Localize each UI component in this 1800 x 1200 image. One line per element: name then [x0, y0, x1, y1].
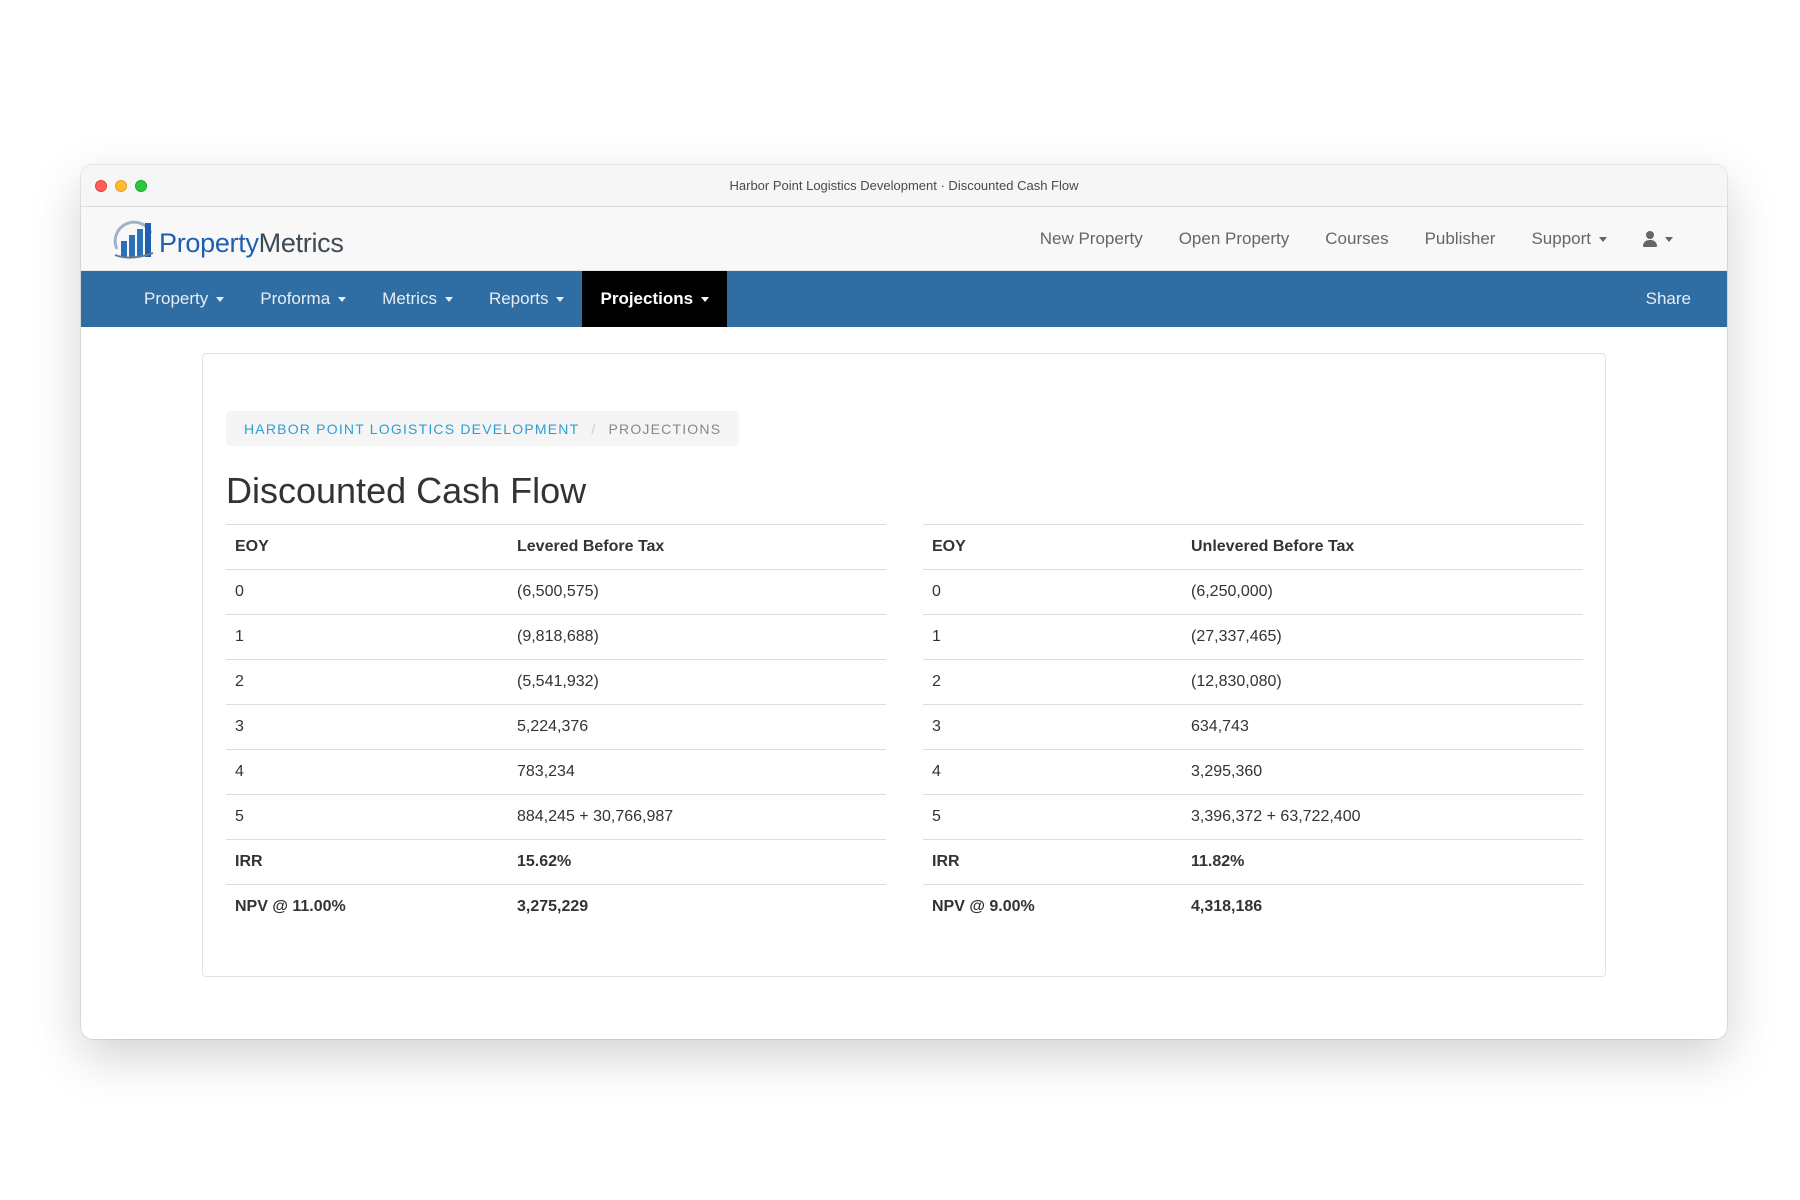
eoy-cell: 2	[923, 659, 1182, 705]
content-panel: Harbor Point Logistics Development / Pro…	[202, 353, 1606, 977]
eoy-cell: 0	[226, 569, 508, 615]
table-row: 1 (27,337,465)	[923, 614, 1583, 660]
caret-down-icon	[701, 296, 710, 302]
nav-proforma-label: Proforma	[260, 289, 331, 308]
npv-label: NPV @ 9.00%	[923, 884, 1182, 930]
eoy-cell: 0	[923, 569, 1182, 615]
cash-flow-cell: 884,245 + 30,766,987	[508, 794, 886, 840]
irr-label: IRR	[226, 839, 508, 885]
eoy-cell: 2	[226, 659, 508, 705]
eoy-cell: 1	[226, 614, 508, 660]
eoy-cell: 4	[226, 749, 508, 795]
irr-label: IRR	[923, 839, 1182, 885]
cash-flow-cell: (6,500,575)	[508, 569, 886, 615]
cash-flow-cell: 783,234	[508, 749, 886, 795]
support-label: Support	[1531, 229, 1591, 248]
levered-before-tax-header: Levered Before Tax	[508, 524, 886, 570]
logo-chart-icon	[113, 220, 154, 259]
nav-reports-label: Reports	[488, 289, 549, 308]
caret-down-icon	[338, 296, 347, 302]
irr-row: IRR 15.62%	[226, 839, 886, 885]
levered-cash-flow-table: EOY Levered Before Tax 0 (6,500,575) 1 (9,…	[226, 524, 886, 930]
npv-value: 3,275,229	[508, 884, 886, 930]
logo-text: PropertyMetrics	[159, 228, 344, 259]
table-row: 0 (6,250,000)	[923, 569, 1583, 615]
eoy-header: EOY	[923, 524, 1182, 570]
logo[interactable]: PropertyMetrics	[111, 215, 344, 261]
table-row: 2 (12,830,080)	[923, 659, 1583, 705]
user-menu-dropdown[interactable]	[1625, 231, 1691, 247]
table-row: 4 783,234	[226, 749, 886, 795]
title-bar: Harbor Point Logistics Development · Dis…	[81, 165, 1727, 207]
nav-metrics-dropdown[interactable]: Metrics	[364, 271, 471, 327]
cash-flow-cell: (12,830,080)	[1182, 659, 1583, 705]
breadcrumb-current: Projections	[608, 420, 722, 437]
eoy-cell: 1	[923, 614, 1182, 660]
nav-property-label: Property	[144, 289, 209, 308]
table-row: 2 (5,541,932)	[226, 659, 886, 705]
top-nav-links: New Property Open Property Courses Publi…	[1022, 207, 1691, 271]
main-navbar: Property Proforma Metrics Reports Projec…	[81, 271, 1727, 327]
nav-property-dropdown[interactable]: Property	[126, 271, 242, 327]
table-row: 5 3,396,372 + 63,722,400	[923, 794, 1583, 840]
window-title: Harbor Point Logistics Development · Dis…	[729, 178, 1079, 193]
top-navbar: PropertyMetrics New Property Open Proper…	[81, 207, 1727, 271]
npv-row: NPV @ 9.00% 4,318,186	[923, 884, 1583, 930]
eoy-cell: 4	[923, 749, 1182, 795]
unlevered-cash-flow-table: EOY Unlevered Before Tax 0 (6,250,000) 1(…	[923, 524, 1583, 930]
table-row: 4 3,295,360	[923, 749, 1583, 795]
support-dropdown[interactable]: Support	[1513, 229, 1625, 249]
user-icon	[1643, 231, 1657, 247]
nav-reports-dropdown[interactable]: Reports	[471, 271, 583, 327]
new-property-link[interactable]: New Property	[1022, 229, 1161, 249]
eoy-cell: 3	[923, 704, 1182, 750]
cash-flow-cell: (9,818,688)	[508, 614, 886, 660]
breadcrumb-property-link[interactable]: Harbor Point Logistics Development	[244, 421, 579, 437]
caret-down-icon	[556, 296, 565, 302]
table-row: 3 5,224,376	[226, 704, 886, 750]
page-title: Discounted Cash Flow	[226, 470, 587, 511]
nav-projections-label: Projections	[600, 289, 694, 308]
share-link[interactable]: Share	[1646, 271, 1691, 327]
table-header-row: EOY Levered Before Tax	[226, 524, 886, 570]
eoy-cell: 5	[226, 794, 508, 840]
table-row: 3 634,743	[923, 704, 1583, 750]
caret-down-icon	[1665, 236, 1673, 242]
table-header-row: EOY Unlevered Before Tax	[923, 524, 1583, 570]
nav-projections-dropdown[interactable]: Projections	[582, 271, 728, 327]
table-row: 0 (6,500,575)	[226, 569, 886, 615]
cash-flow-cell: 5,224,376	[508, 704, 886, 750]
irr-row: IRR 11.82%	[923, 839, 1583, 885]
breadcrumb: Harbor Point Logistics Development / Pro…	[226, 411, 740, 446]
cash-flow-cell: 634,743	[1182, 704, 1583, 750]
breadcrumb-separator: /	[591, 420, 597, 437]
browser-window: Harbor Point Logistics Development · Dis…	[81, 165, 1727, 1039]
eoy-cell: 3	[226, 704, 508, 750]
irr-value: 11.82%	[1182, 839, 1583, 885]
nav-metrics-label: Metrics	[382, 289, 437, 308]
open-property-link[interactable]: Open Property	[1161, 229, 1308, 249]
cash-flow-cell: (27,337,465)	[1182, 614, 1583, 660]
npv-label: NPV @ 11.00%	[226, 884, 508, 930]
cash-flow-cell: (5,541,932)	[508, 659, 886, 705]
cash-flow-cell: (6,250,000)	[1182, 569, 1583, 615]
logo-text-metrics: Metrics	[258, 228, 344, 258]
nav-proforma-dropdown[interactable]: Proforma	[242, 271, 364, 327]
courses-link[interactable]: Courses	[1307, 229, 1406, 249]
caret-down-icon	[1599, 236, 1607, 242]
eoy-cell: 5	[923, 794, 1182, 840]
caret-down-icon	[216, 296, 225, 302]
logo-text-property: Property	[159, 228, 259, 258]
caret-down-icon	[444, 296, 453, 302]
table-row: 1 (9,818,688)	[226, 614, 886, 660]
irr-value: 15.62%	[508, 839, 886, 885]
eoy-header: EOY	[226, 524, 508, 570]
npv-value: 4,318,186	[1182, 884, 1583, 930]
npv-row: NPV @ 11.00% 3,275,229	[226, 884, 886, 930]
publisher-link[interactable]: Publisher	[1407, 229, 1514, 249]
table-row: 5 884,245 + 30,766,987	[226, 794, 886, 840]
unlevered-before-tax-header: Unlevered Before Tax	[1182, 524, 1583, 570]
cash-flow-cell: 3,295,360	[1182, 749, 1583, 795]
cash-flow-cell: 3,396,372 + 63,722,400	[1182, 794, 1583, 840]
